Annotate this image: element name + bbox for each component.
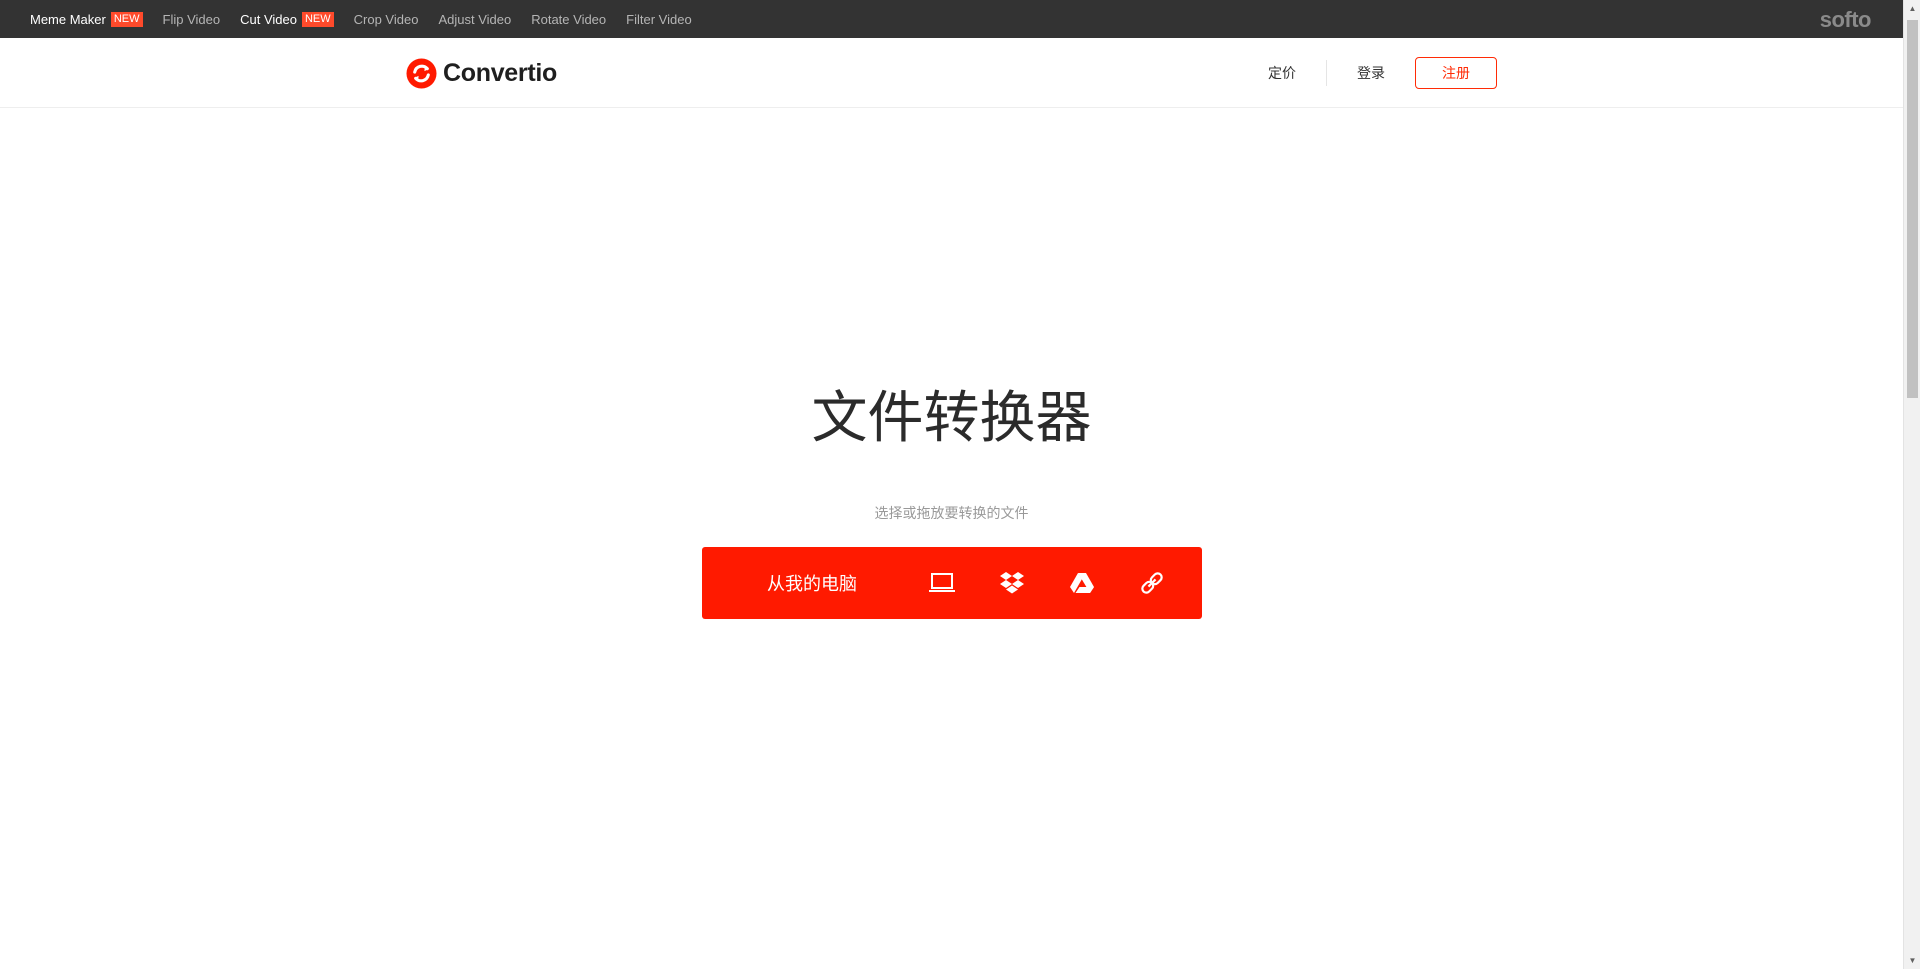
scrollbar-thumb[interactable] (1907, 20, 1918, 398)
promo-link-label: Filter Video (626, 11, 692, 27)
new-badge: NEW (110, 11, 143, 27)
promo-link-label: Rotate Video (531, 11, 607, 27)
upload-source-icons (924, 565, 1170, 601)
softo-brand-link[interactable]: softo (1820, 7, 1872, 33)
logo-text: Convertio (443, 58, 557, 87)
google-drive-icon[interactable] (1064, 565, 1100, 601)
promo-link-label: Crop Video (353, 11, 419, 27)
promo-link-filter-video[interactable]: Filter Video (626, 12, 692, 27)
promo-link-rotate-video[interactable]: Rotate Video (531, 12, 606, 27)
header-nav: 定价 登录 注册 (1268, 55, 1497, 91)
pricing-link[interactable]: 定价 (1268, 63, 1296, 83)
upload-hint: 选择或拖放要转换的文件 (874, 505, 1029, 521)
convertio-logo-icon (406, 57, 437, 89)
promo-link-crop-video[interactable]: Crop Video (354, 12, 419, 27)
signup-button[interactable]: 注册 (1415, 57, 1497, 89)
site-header: Convertio 定价 登录 注册 (0, 38, 1903, 108)
promo-link-label: Flip Video (162, 11, 221, 27)
dropbox-icon[interactable] (994, 565, 1030, 601)
laptop-icon[interactable] (924, 565, 960, 601)
promo-link-label: Meme Maker (30, 11, 106, 27)
promo-bar: Meme Maker NEW Flip Video Cut Video NEW … (0, 0, 1903, 38)
promo-link-label: Cut Video (240, 11, 297, 27)
page: Meme Maker NEW Flip Video Cut Video NEW … (0, 0, 1920, 969)
choose-from-computer-button[interactable]: 从我的电脑 (702, 570, 922, 596)
promo-link-adjust-video[interactable]: Adjust Video (438, 12, 511, 27)
promo-links: Meme Maker NEW Flip Video Cut Video NEW … (0, 11, 712, 27)
page-scrollbar[interactable]: ▲ ▼ (1903, 0, 1920, 969)
link-icon[interactable] (1134, 565, 1170, 601)
promo-link-cut-video[interactable]: Cut Video NEW (240, 11, 334, 27)
scroll-down-icon[interactable]: ▼ (1904, 952, 1920, 969)
scroll-up-icon[interactable]: ▲ (1904, 0, 1920, 17)
file-upload-bar: 从我的电脑 (702, 547, 1202, 619)
new-badge: NEW (301, 11, 334, 27)
promo-link-flip-video[interactable]: Flip Video (163, 12, 221, 27)
nav-divider (1326, 60, 1327, 86)
login-link[interactable]: 登录 (1357, 63, 1385, 83)
page-title: 文件转换器 (811, 386, 1092, 449)
promo-link-label: Adjust Video (438, 11, 512, 27)
convertio-logo[interactable]: Convertio (406, 56, 557, 90)
promo-link-meme-maker[interactable]: Meme Maker NEW (30, 11, 143, 27)
